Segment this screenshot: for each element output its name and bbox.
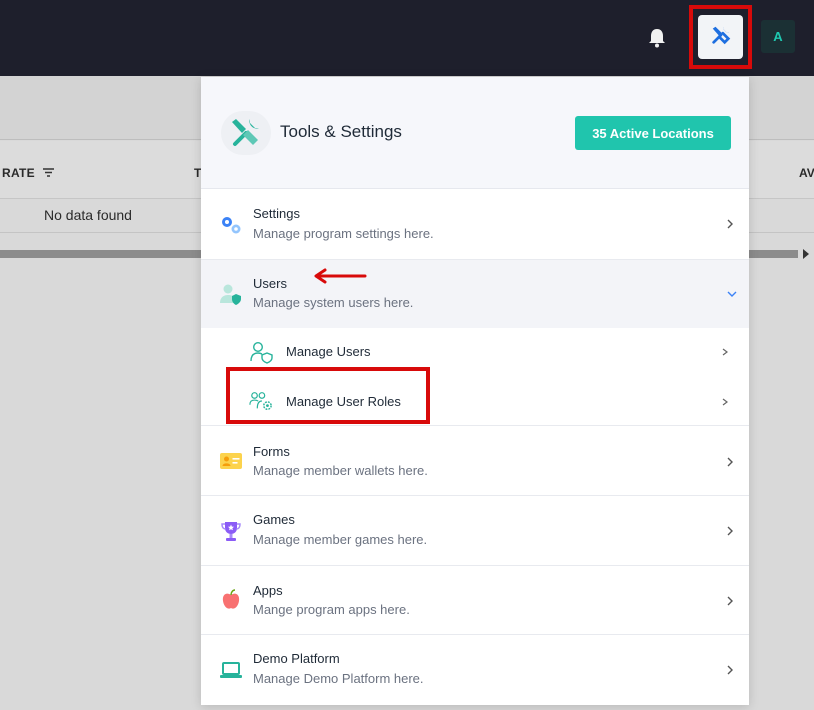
laptop-icon — [219, 658, 243, 682]
chevron-right-icon — [727, 596, 733, 606]
user-shield-icon — [219, 282, 243, 306]
menu-item-title: Settings — [253, 206, 300, 221]
id-card-icon — [219, 449, 243, 473]
empty-table-message: No data found — [44, 207, 132, 223]
chevron-down-icon — [727, 291, 737, 297]
menu-item-settings[interactable]: Settings Manage program settings here. — [201, 190, 749, 260]
menu-item-subtitle: Mange program apps here. — [253, 602, 410, 617]
column-header-av[interactable]: AV — [799, 166, 814, 180]
chevron-right-icon — [727, 219, 733, 229]
tools-icon — [710, 24, 732, 51]
dropdown-title: Tools & Settings — [280, 122, 402, 141]
bell-icon[interactable] — [647, 27, 667, 49]
menu-item-games[interactable]: Games Manage member games here. — [201, 496, 749, 566]
menu-item-title: Users — [253, 276, 287, 291]
menu-item-apps[interactable]: Apps Mange program apps here. — [201, 566, 749, 635]
annotation-arrow-icon — [314, 268, 367, 284]
menu-item-users[interactable]: Users Manage system users here. — [201, 260, 749, 328]
menu-item-forms[interactable]: Forms Manage member wallets here. — [201, 427, 749, 496]
apple-icon — [219, 588, 243, 612]
menu-item-title: Demo Platform — [253, 651, 340, 666]
menu-item-subtitle: Manage system users here. — [253, 295, 414, 310]
chevron-right-icon — [722, 398, 728, 406]
scroll-right-arrow-icon[interactable] — [803, 249, 809, 259]
gears-icon — [219, 213, 243, 237]
submenu-item-label: Manage Users — [286, 344, 371, 359]
chevron-right-icon — [722, 348, 728, 356]
filter-icon[interactable] — [42, 166, 54, 180]
annotation-highlight-manage-user-roles — [226, 367, 430, 424]
menu-item-subtitle: Manage Demo Platform here. — [253, 671, 424, 686]
active-locations-button[interactable]: 35 Active Locations — [575, 116, 731, 150]
dropdown-header: Tools & Settings 35 Active Locations — [201, 77, 749, 189]
menu-item-subtitle: Manage member games here. — [253, 532, 428, 547]
menu-item-title: Games — [253, 512, 295, 527]
column-header-rate[interactable]: RATE — [2, 166, 54, 180]
menu-item-demo-platform[interactable]: Demo Platform Manage Demo Platform here. — [201, 635, 749, 705]
user-shield-outline-icon — [249, 340, 273, 364]
tools-header-icon — [221, 111, 271, 155]
menu-item-title: Apps — [253, 583, 283, 598]
avatar[interactable]: A — [761, 20, 795, 53]
tools-settings-button[interactable] — [698, 15, 743, 59]
trophy-icon — [219, 519, 243, 543]
chevron-right-icon — [727, 526, 733, 536]
menu-item-subtitle: Manage program settings here. — [253, 226, 434, 241]
column-header-rate-label: RATE — [2, 166, 35, 180]
chevron-right-icon — [727, 457, 733, 467]
chevron-right-icon — [727, 665, 733, 675]
menu-item-subtitle: Manage member wallets here. — [253, 463, 428, 478]
menu-item-title: Forms — [253, 444, 290, 459]
